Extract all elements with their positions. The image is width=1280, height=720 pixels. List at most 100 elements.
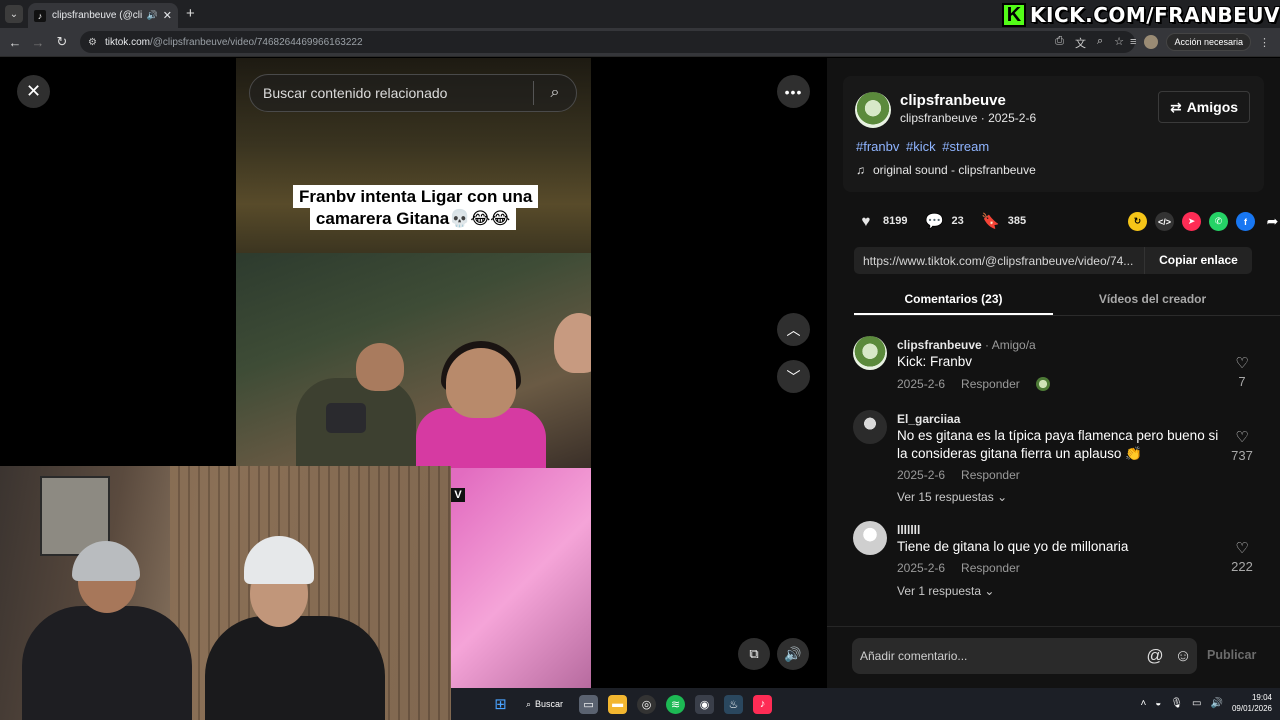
comment-author[interactable]: El_garciiaa — [897, 412, 960, 426]
video-link-text[interactable]: https://www.tiktok.com/@clipsfranbeuve/v… — [854, 254, 1144, 268]
reply-button[interactable]: Responder — [961, 377, 1020, 391]
volume-icon[interactable]: 🔊 — [777, 638, 809, 670]
mention-icon[interactable]: @ — [1141, 646, 1169, 666]
chevron-down-icon[interactable]: ﹀ — [777, 360, 810, 393]
file-explorer-icon[interactable]: ▬ — [608, 694, 628, 714]
network-icon[interactable]: ▭ — [1192, 698, 1201, 709]
task-view-icon[interactable]: ▭ — [579, 694, 599, 714]
comment-author[interactable]: clipsfranbeuve · Amigo/a — [897, 338, 1036, 352]
avatar[interactable] — [853, 521, 887, 555]
clock-date: 09/01/2026 — [1231, 704, 1272, 713]
comment-author-name: lllllll — [897, 523, 921, 537]
sound-link[interactable]: ♫ original sound - clipsfranbeuve — [856, 163, 1036, 177]
profile-avatar[interactable] — [1144, 35, 1159, 49]
site-info-icon[interactable]: ⚙ — [88, 37, 97, 48]
publish-button[interactable]: Publicar — [1207, 648, 1256, 662]
tiktok-icon[interactable]: ♪ — [753, 694, 773, 714]
close-icon[interactable]: ✕ — [17, 75, 50, 108]
browser-toolbar: ← → ↻ ⚙ tiktok.com /@clipsfranbeuve/vide… — [0, 28, 1280, 57]
comment-author[interactable]: lllllll — [897, 523, 920, 537]
browser-tab[interactable]: ♪ clipsfranbeuve (@clipsfranb 🔊 ✕ — [28, 3, 178, 28]
view-replies-button[interactable]: Ver 1 respuesta ⌄ — [897, 584, 994, 598]
comment-like-count: 737 — [1231, 448, 1253, 463]
new-tab-button[interactable]: + — [186, 5, 195, 22]
back-icon[interactable]: ← — [6, 33, 24, 51]
avatar[interactable] — [855, 92, 891, 128]
emoji-icon[interactable]: ☺ — [1169, 646, 1197, 666]
chevron-up-icon[interactable]: ︿ — [777, 313, 810, 346]
comment-action[interactable]: 💬 23 — [925, 212, 964, 230]
translate-icon[interactable]: 文 — [1075, 35, 1086, 51]
install-app-icon[interactable]: ⎙ — [1055, 35, 1064, 51]
steam-icon[interactable]: ♨ — [724, 694, 744, 714]
comment-text: Tiene de gitana lo que yo de millonaria — [897, 539, 1129, 554]
volume-icon[interactable]: 🔊 — [1211, 698, 1223, 709]
tab-comments[interactable]: Comentarios (23) — [854, 286, 1053, 315]
chevron-up-icon[interactable]: ˄ — [1140, 698, 1146, 709]
reply-button[interactable]: Responder — [961, 468, 1020, 482]
comment-author-tag: · Amigo/a — [981, 338, 1036, 352]
comment-like[interactable]: ♡ 222 — [1222, 541, 1262, 575]
search-icon[interactable]: ⌕ — [534, 84, 576, 102]
picture-in-picture-icon[interactable]: ⧉ — [738, 638, 770, 670]
more-options-icon[interactable]: ••• — [777, 75, 810, 108]
comment-author-name: El_garciiaa — [897, 412, 961, 426]
music-note-icon: ♫ — [856, 163, 865, 177]
menu-kebab-icon[interactable]: ⋮ — [1259, 36, 1270, 49]
reload-icon[interactable]: ↻ — [53, 33, 71, 51]
speaker-icon[interactable]: 🔊 — [147, 10, 158, 21]
send-to-friends-icon[interactable]: ➤ — [1182, 212, 1201, 231]
author-handle: clipsfranbeuve — [900, 111, 978, 125]
bookmark-star-icon[interactable]: ☆ — [1114, 35, 1124, 51]
close-tab-icon[interactable]: ✕ — [163, 9, 172, 22]
author-name[interactable]: clipsfranbeuve — [900, 92, 1006, 109]
friends-button[interactable]: ⇄ Amigos — [1158, 91, 1250, 123]
system-tray: ˄ ◒ 🎙 ▭ 🔊 19:04 09/01/2026 — [1140, 692, 1272, 714]
repost-icon[interactable]: ↻ — [1128, 212, 1147, 231]
share-arrow-icon[interactable]: ➦ — [1263, 212, 1280, 231]
tab-search-icon[interactable]: ⌄ — [5, 5, 23, 23]
spotify-icon[interactable]: ≋ — [666, 694, 686, 714]
whatsapp-icon[interactable]: ✆ — [1209, 212, 1228, 231]
obs-icon[interactable]: ◎ — [637, 694, 657, 714]
search-icon: ⌕ — [526, 698, 532, 709]
taskbar-search[interactable]: ⌕ Buscar — [520, 693, 569, 715]
windows-start-icon[interactable]: ⊞ — [491, 695, 510, 714]
zoom-icon[interactable]: ⌕ — [1097, 35, 1103, 51]
comment-count: 23 — [951, 215, 964, 227]
facebook-icon[interactable]: f — [1236, 212, 1255, 231]
tab-creator-videos[interactable]: Vídeos del creador — [1053, 286, 1252, 315]
like-count: 8199 — [883, 215, 908, 227]
comment-like[interactable]: ♡ 737 — [1222, 430, 1262, 464]
comment-like-count: 222 — [1231, 559, 1253, 574]
browser-tab-strip: ⌄ ♪ clipsfranbeuve (@clipsfranb 🔊 ✕ + K … — [0, 0, 1280, 28]
comment-like-count: 7 — [1238, 374, 1246, 389]
tiktok-icon: ♪ — [34, 9, 46, 22]
comment-date: 2025-2-6 — [897, 468, 946, 482]
video-caption-text: Franbv intenta Ligar con una camarera Gi… — [293, 185, 539, 230]
avatar[interactable] — [853, 410, 887, 444]
save-action[interactable]: 🔖 385 — [981, 212, 1026, 230]
action-needed-button[interactable]: Acción necesaria — [1166, 33, 1251, 51]
embed-code-icon[interactable]: </> — [1155, 212, 1174, 231]
comment-input[interactable]: Añadir comentario... @ ☺ — [852, 638, 1197, 674]
reply-button[interactable]: Responder — [961, 561, 1020, 575]
like-action[interactable]: ♥ 8199 — [857, 212, 908, 230]
copy-link-button[interactable]: Copiar enlace — [1144, 247, 1252, 274]
avatar[interactable] — [853, 336, 887, 370]
app-tray-icon[interactable]: ◒ — [1155, 698, 1161, 709]
view-replies-button[interactable]: Ver 15 respuestas ⌄ — [897, 490, 1007, 504]
chrome-icon[interactable]: ◉ — [695, 694, 715, 714]
bookmark-icon: 🔖 — [981, 213, 1001, 230]
omnibox-icons: ⎙ 文 ⌕ ☆ — [1055, 35, 1124, 51]
hashtag-link[interactable]: #kick — [906, 139, 936, 154]
clock[interactable]: 19:04 09/01/2026 — [1232, 692, 1272, 714]
address-bar[interactable]: ⚙ tiktok.com /@clipsfranbeuve/video/7468… — [80, 31, 1135, 53]
related-search-input[interactable]: Buscar contenido relacionado ⌕ — [249, 74, 577, 112]
microphone-icon[interactable]: 🎙 — [1170, 698, 1183, 709]
comment-like[interactable]: ♡ 7 — [1222, 356, 1262, 390]
hashtag-link[interactable]: #stream — [942, 139, 989, 154]
forward-icon[interactable]: → — [29, 33, 47, 51]
media-icon[interactable]: ≡ — [1130, 36, 1136, 48]
hashtag-link[interactable]: #franbv — [856, 139, 899, 154]
